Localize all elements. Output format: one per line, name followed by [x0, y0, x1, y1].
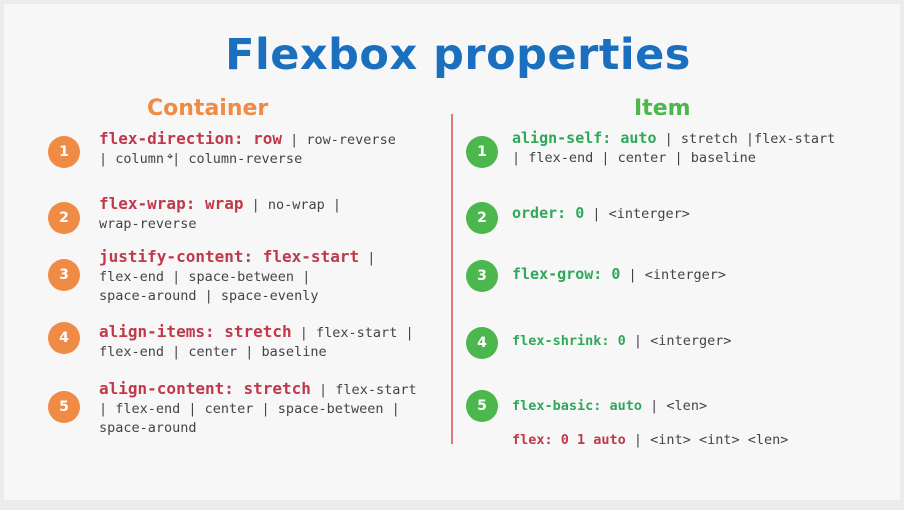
container-item-3-line3: space-around | space-evenly	[99, 288, 319, 304]
item-item-1: align-self: auto | stretch |flex-start |…	[512, 129, 835, 168]
slide-title: Flexbox properties	[225, 30, 691, 80]
item-item-3-key: flex-grow: 0	[512, 265, 621, 283]
container-item-2-key: flex-wrap: wrap	[99, 194, 244, 213]
container-item-1-rest: | row-reverse	[282, 132, 396, 148]
container-item-2-rest: | no-wrap |	[243, 197, 342, 213]
container-item-5-rest: | flex-start	[310, 382, 417, 398]
container-item-3-line2: flex-end | space-between |	[99, 269, 311, 285]
container-badge-2: 2	[48, 202, 80, 234]
container-item-1-line2: | column | column-reverse	[99, 151, 303, 167]
container-badge-5: 5	[48, 391, 80, 423]
item-item-5-key: flex-basic: auto	[512, 398, 643, 414]
item-item-1-key: align-self: auto	[512, 129, 657, 147]
container-item-4: align-items: stretch | flex-start | flex…	[99, 322, 414, 362]
item-item-1-line2: | flex-end | center | baseline	[512, 150, 756, 166]
item-item-4-key: flex-shrink: 0	[512, 333, 626, 349]
item-badge-5: 5	[466, 390, 498, 422]
item-item-2-key: order: 0	[512, 204, 585, 222]
container-heading: Container	[147, 96, 269, 121]
container-item-4-key: align-items: stretch	[99, 322, 292, 341]
container-item-4-line2: flex-end | center | baseline	[99, 344, 327, 360]
container-item-5-line3: space-around	[99, 420, 197, 436]
item-item-3: flex-grow: 0 | <interger>	[512, 265, 726, 285]
container-item-2: flex-wrap: wrap | no-wrap | wrap-reverse	[99, 194, 341, 234]
item-item-4-rest: | <interger>	[625, 333, 732, 349]
container-item-1: flex-direction: row | row-reverse | colu…	[99, 129, 396, 169]
item-badge-1: 1	[466, 136, 498, 168]
column-divider	[451, 114, 453, 444]
container-item-5: align-content: stretch | flex-start | fl…	[99, 379, 417, 438]
container-item-2-line2: wrap-reverse	[99, 216, 197, 232]
container-badge-3: 3	[48, 259, 80, 291]
item-item-2-rest: | <interger>	[584, 206, 690, 222]
container-item-1-key: flex-direction: row	[99, 129, 283, 148]
item-heading: Item	[634, 96, 691, 121]
item-item-5: flex-basic: auto | <len>	[512, 397, 707, 416]
container-item-4-rest: | flex-start |	[291, 325, 414, 341]
item-item-2: order: 0 | <interger>	[512, 204, 690, 224]
item-item-3-rest: | <interger>	[620, 267, 727, 283]
item-badge-3: 3	[466, 260, 498, 292]
mouse-cursor-icon: ⌖	[167, 150, 174, 163]
container-badge-4: 4	[48, 322, 80, 354]
item-flex-shorthand-key: flex: 0 1 auto	[512, 432, 626, 448]
container-item-5-line2: | flex-end | center | space-between |	[99, 401, 400, 417]
container-item-3: justify-content: flex-start | flex-end |…	[99, 247, 375, 306]
item-flex-shorthand: flex: 0 1 auto | <int> <int> <len>	[512, 431, 788, 450]
container-item-3-key: justify-content: flex-start	[99, 247, 360, 266]
slide: Flexbox properties Container Item 1 flex…	[4, 4, 900, 500]
container-item-3-rest: |	[359, 250, 376, 266]
item-badge-2: 2	[466, 202, 498, 234]
item-flex-shorthand-rest: | <int> <int> <len>	[625, 432, 789, 448]
item-item-1-rest: | stretch |flex-start	[656, 131, 836, 147]
item-badge-4: 4	[466, 327, 498, 359]
container-item-5-key: align-content: stretch	[99, 379, 311, 398]
item-item-4: flex-shrink: 0 | <interger>	[512, 332, 731, 351]
item-item-5-rest: | <len>	[642, 398, 708, 414]
container-badge-1: 1	[48, 136, 80, 168]
